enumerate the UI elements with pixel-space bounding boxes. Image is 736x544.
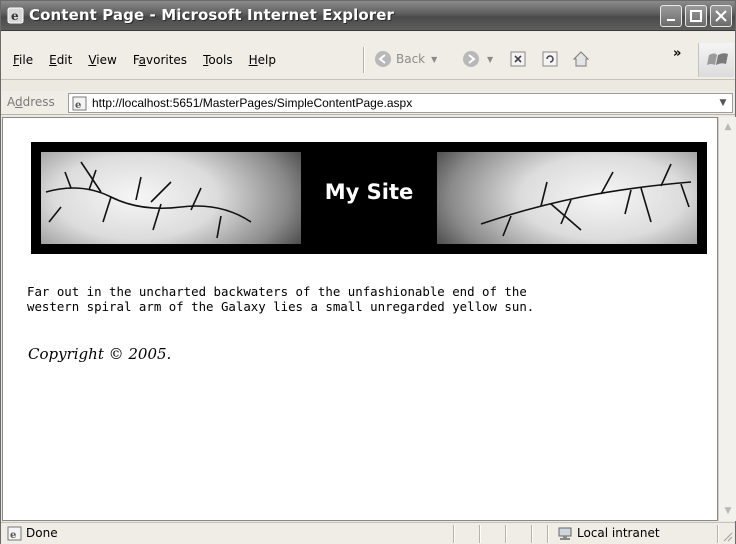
- windows-logo: [698, 43, 734, 77]
- address-label: Address: [7, 95, 55, 109]
- svg-text:e: e: [10, 530, 16, 541]
- status-text: Done: [26, 526, 58, 540]
- chevron-down-icon: ▼: [431, 54, 438, 64]
- stop-icon: [510, 51, 526, 67]
- page-content: My Site Far out in the uncharted backwat…: [2, 117, 718, 521]
- status-separator: [717, 525, 718, 543]
- forward-arrow-icon: [463, 51, 479, 67]
- copyright-footer: Copyright © 2005.: [28, 345, 172, 363]
- vertical-scrollbar[interactable]: ▲ ▼: [718, 117, 736, 521]
- chevron-down-icon: ▼: [487, 54, 494, 64]
- site-banner: My Site: [31, 142, 707, 254]
- refresh-button[interactable]: [541, 45, 559, 73]
- banner-image: My Site: [41, 152, 697, 244]
- menu-view[interactable]: View: [80, 50, 124, 70]
- body-paragraph: Far out in the uncharted backwaters of t…: [27, 284, 535, 314]
- forward-button[interactable]: ▼: [461, 45, 493, 73]
- page-done-icon: e: [7, 526, 22, 541]
- page-icon: e: [72, 96, 87, 111]
- back-label: Back: [396, 52, 426, 66]
- home-icon: [572, 51, 590, 67]
- menu-favorites[interactable]: Favorites: [125, 50, 195, 70]
- close-icon: [715, 10, 727, 22]
- minimize-button[interactable]: [660, 5, 682, 27]
- title-bar[interactable]: e Content Page - Microsoft Internet Expl…: [1, 1, 735, 31]
- menu-tools[interactable]: Tools: [195, 50, 241, 70]
- banner-title: My Site: [324, 180, 414, 204]
- status-separator: [531, 525, 532, 543]
- address-url: http://localhost:5651/MasterPages/Simple…: [92, 96, 413, 110]
- toolbar-overflow-chevron[interactable]: »: [673, 46, 681, 61]
- chevron-up-icon: ▲: [724, 122, 732, 132]
- window-title: Content Page - Microsoft Internet Explor…: [29, 6, 395, 24]
- status-bar: e Done Local intranet: [1, 522, 735, 544]
- resize-grip-icon[interactable]: [721, 530, 733, 542]
- menu-edit[interactable]: Edit: [41, 50, 80, 70]
- scroll-up-button[interactable]: ▲: [720, 119, 736, 135]
- address-input[interactable]: e http://localhost:5651/MasterPages/Simp…: [68, 93, 733, 113]
- ie-logo-icon: e: [7, 7, 24, 24]
- back-arrow-icon: [375, 51, 391, 67]
- zone-text: Local intranet: [577, 526, 660, 540]
- maximize-button[interactable]: [685, 5, 707, 27]
- toolbar-separator: [363, 47, 364, 73]
- maximize-icon: [690, 10, 702, 22]
- status-separator: [547, 525, 548, 543]
- close-button[interactable]: [710, 5, 732, 27]
- stop-button[interactable]: [509, 45, 527, 73]
- menu-file[interactable]: File: [5, 50, 41, 70]
- status-separator: [479, 525, 480, 543]
- menu-help[interactable]: Help: [241, 50, 284, 70]
- back-button[interactable]: Back ▼: [373, 45, 437, 73]
- browser-window: e Content Page - Microsoft Internet Expl…: [0, 0, 736, 544]
- svg-text:e: e: [75, 100, 81, 111]
- svg-text:e: e: [11, 9, 19, 23]
- home-button[interactable]: [571, 45, 591, 73]
- minimize-icon: [667, 19, 675, 21]
- status-separator: [453, 525, 454, 543]
- refresh-icon: [542, 51, 558, 67]
- address-bar: Address e http://localhost:5651/MasterPa…: [1, 91, 735, 115]
- chevron-down-icon: ▼: [719, 98, 727, 108]
- menu-bar: File Edit View Favorites Tools Help Back…: [1, 32, 735, 80]
- windows-flag-icon: [707, 53, 728, 65]
- status-separator: [505, 525, 506, 543]
- address-dropdown-button[interactable]: ▼: [714, 94, 732, 112]
- intranet-zone-icon: [558, 527, 572, 540]
- menu-items: File Edit View Favorites Tools Help: [5, 50, 284, 70]
- chevron-down-icon: ▼: [724, 506, 732, 516]
- scroll-down-button[interactable]: ▼: [720, 503, 736, 519]
